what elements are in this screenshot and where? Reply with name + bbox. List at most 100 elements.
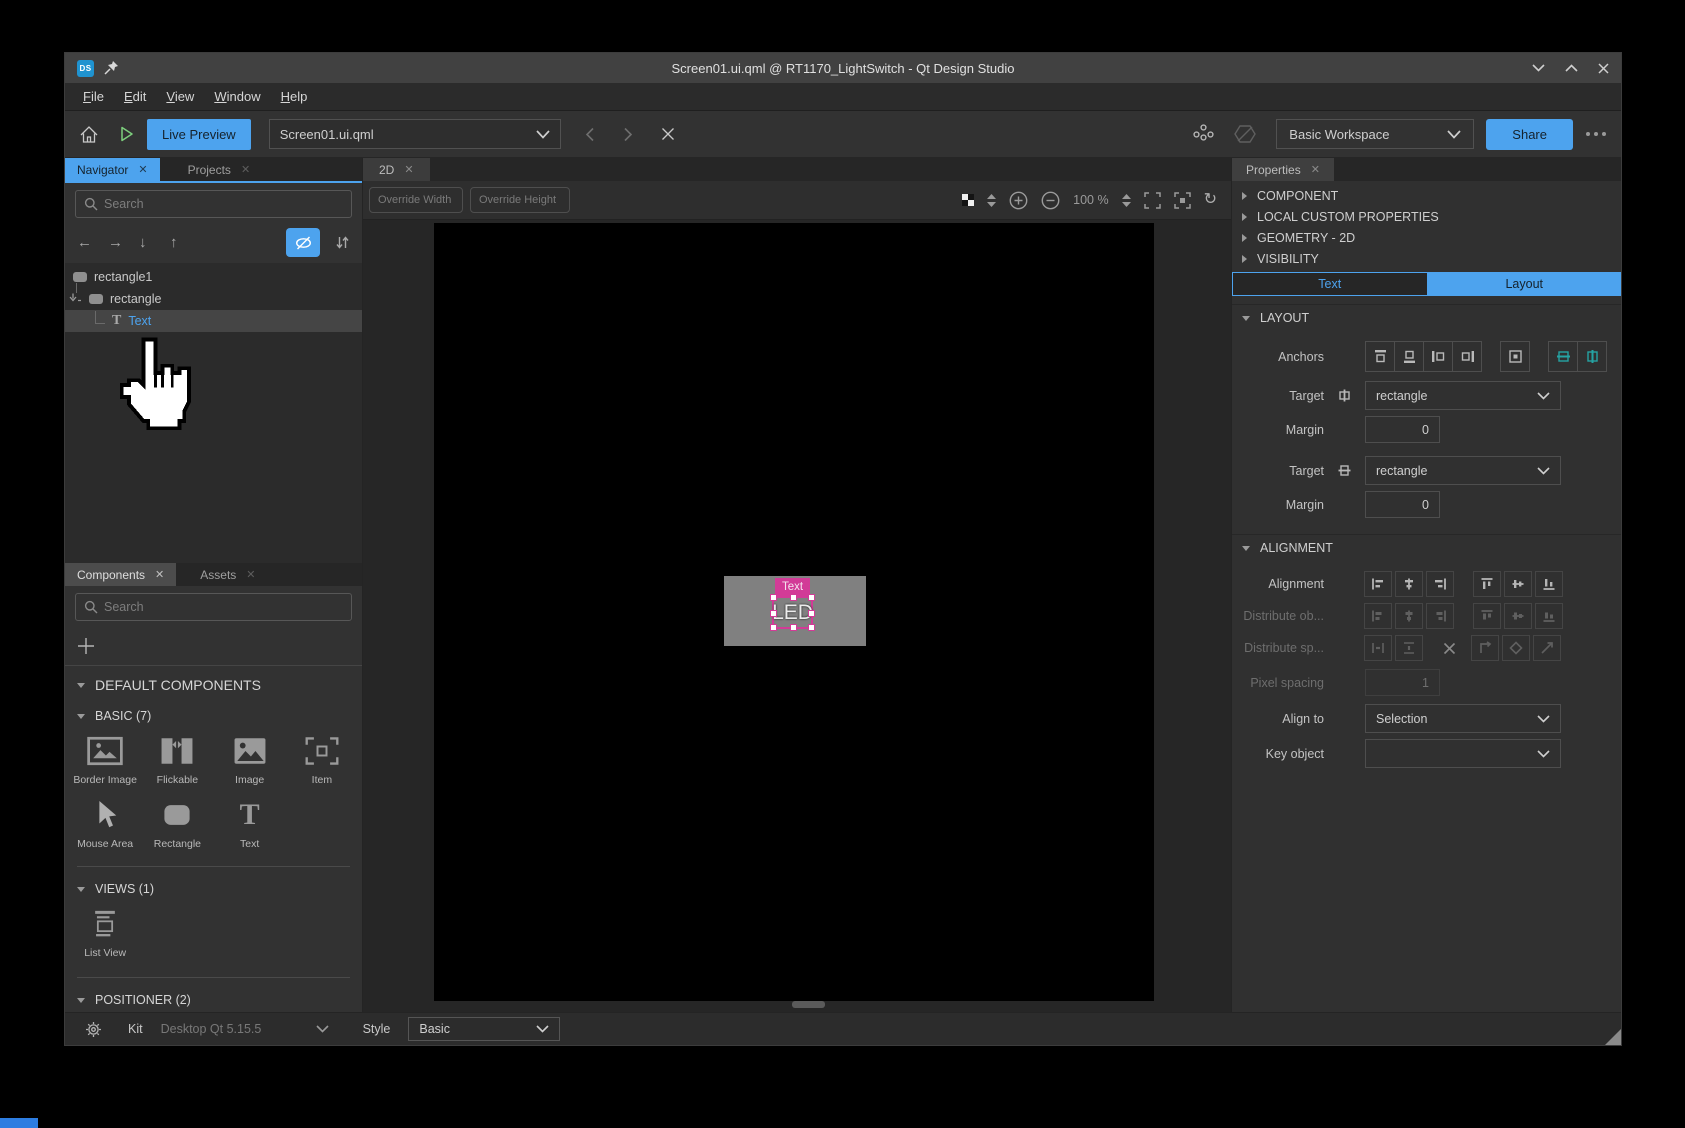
zoom-to-selection-icon[interactable] [1174,192,1191,209]
anchor-horizontal-center-button[interactable] [1578,342,1606,371]
distribute-left-button[interactable] [1364,603,1392,629]
zoom-in-icon[interactable] [1009,191,1028,210]
anchor-fill-button[interactable] [1501,342,1529,371]
distribute-spacing-vertical-button[interactable] [1395,635,1423,661]
window-resize-grip[interactable] [1605,1029,1621,1045]
component-list-view[interactable]: List View [69,907,141,959]
tree-item-rectangle[interactable]: rectangle [65,288,362,310]
section-views[interactable]: VIEWS (1) [65,871,362,901]
section-local-custom-properties[interactable]: LOCAL CUSTOM PROPERTIES [1232,206,1621,227]
close-tab-icon[interactable]: ✕ [1311,163,1320,176]
resize-handle[interactable] [808,594,815,601]
open-file-dropdown[interactable]: Screen01.ui.qml [269,119,561,149]
tab-layout-properties[interactable]: Layout [1428,272,1622,296]
section-basic[interactable]: BASIC (7) [65,698,362,728]
tab-assets[interactable]: Assets ✕ [176,563,279,586]
distribute-spacing-none-button[interactable] [1436,636,1462,660]
menu-edit[interactable]: Edit [114,86,156,107]
kit-dropdown[interactable]: Desktop Qt 5.15.5 [161,1022,329,1036]
section-positioner[interactable]: POSITIONER (2) [65,982,362,1012]
section-visibility[interactable]: VISIBILITY [1232,248,1621,269]
margin-input-2[interactable]: 0 [1365,491,1440,518]
anchor-target-dropdown-2[interactable]: rectangle [1365,456,1561,485]
background-color-stepper-icon[interactable] [987,194,996,207]
align-center-horizontal-button[interactable] [1395,571,1423,597]
align-bottom-button[interactable] [1535,571,1563,597]
tab-properties[interactable]: Properties ✕ [1232,158,1334,181]
resize-handle[interactable] [770,594,777,601]
anchor-target-dropdown[interactable]: rectangle [1365,381,1561,410]
close-document-icon[interactable] [661,127,675,141]
resize-handle[interactable] [808,610,815,617]
component-text[interactable]: T Text [214,798,286,850]
reset-view-icon[interactable]: ↻ [1204,192,1217,208]
component-flickable[interactable]: Flickable [141,734,213,786]
close-tab-icon[interactable]: ✕ [241,163,250,176]
pixel-spacing-input[interactable]: 1 [1365,669,1440,696]
anchor-vertical-center-button[interactable] [1549,342,1578,371]
resize-handle[interactable] [790,594,797,601]
components-search-input[interactable] [75,593,352,621]
alignment-section-header[interactable]: ALIGNMENT [1232,534,1621,561]
share-button[interactable]: Share [1486,119,1573,150]
window-close-icon[interactable] [1598,63,1609,74]
menu-window[interactable]: Window [204,86,270,107]
forward-icon[interactable] [623,127,633,142]
add-module-icon[interactable] [77,637,95,655]
workspace-dropdown[interactable]: Basic Workspace [1276,119,1474,149]
anchor-right-button[interactable] [1453,342,1481,371]
anchor-bottom-button[interactable] [1395,342,1424,371]
close-tab-icon[interactable]: ✕ [155,568,164,581]
layout-section-header[interactable]: LAYOUT [1232,304,1621,331]
settings-gear-icon[interactable] [85,1021,102,1038]
canvas-viewport[interactable]: Text LED [363,220,1231,1012]
move-up-icon[interactable]: ↑ [170,234,201,251]
style-dropdown[interactable]: Basic [408,1017,560,1041]
workspaces-icon[interactable] [1193,124,1214,145]
close-tab-icon[interactable]: ✕ [246,568,255,581]
anchor-left-button[interactable] [1424,342,1453,371]
resize-handle[interactable] [770,610,777,617]
back-icon[interactable] [585,127,595,142]
move-left-icon[interactable]: ← [77,234,108,251]
tab-navigator[interactable]: Navigator ✕ [65,158,160,181]
menu-help[interactable]: Help [271,86,318,107]
component-border-image[interactable]: Border Image [69,734,141,786]
distribute-origin-topleft-button[interactable] [1471,635,1499,661]
window-maximize-icon[interactable] [1565,64,1578,72]
align-center-vertical-button[interactable] [1504,571,1532,597]
horizontal-scrollbar[interactable] [792,1001,825,1008]
distribute-center-vertical-button[interactable] [1504,603,1532,629]
section-geometry-2d[interactable]: GEOMETRY - 2D [1232,227,1621,248]
reverse-order-icon[interactable] [320,235,350,250]
distribute-right-button[interactable] [1426,603,1454,629]
expander-icon[interactable] [69,293,82,305]
home-icon[interactable] [79,125,99,144]
distribute-origin-center-button[interactable] [1502,635,1530,661]
fit-to-screen-icon[interactable] [1144,192,1161,209]
override-width-input[interactable] [369,187,463,213]
tree-item-rectangle1[interactable]: rectangle1 [65,266,362,288]
distribute-origin-bottomright-button[interactable] [1533,635,1561,661]
menu-view[interactable]: View [156,86,204,107]
override-height-input[interactable] [470,187,570,213]
distribute-bottom-button[interactable] [1535,603,1563,629]
component-item[interactable]: Item [286,734,358,786]
anchor-top-button[interactable] [1366,342,1395,371]
section-default-components[interactable]: DEFAULT COMPONENTS [65,666,362,698]
move-right-icon[interactable]: → [108,234,139,251]
more-options-icon[interactable] [1585,131,1607,137]
distribute-center-horizontal-button[interactable] [1395,603,1423,629]
tab-projects[interactable]: Projects ✕ [160,158,279,181]
live-preview-button[interactable]: Live Preview [147,119,251,150]
section-component[interactable]: COMPONENT [1232,185,1621,206]
tree-item-text[interactable]: T Text [65,310,362,332]
move-down-icon[interactable]: ↓ [139,234,170,251]
show-only-visible-button[interactable] [286,228,320,257]
selected-text-element[interactable]: LED [772,596,813,629]
resize-handle[interactable] [808,624,815,631]
artboard[interactable]: Text LED [434,223,1154,1001]
align-right-button[interactable] [1426,571,1454,597]
zoom-out-icon[interactable] [1041,191,1060,210]
tab-2d[interactable]: 2D ✕ [363,158,430,181]
